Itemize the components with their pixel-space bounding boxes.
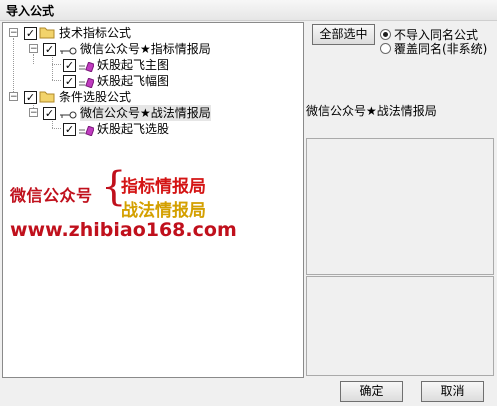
collapse-toggle[interactable]: − (9, 92, 18, 102)
tree-checkbox[interactable]: ✓ (63, 123, 76, 136)
tree-checkbox[interactable]: ✓ (24, 91, 37, 104)
promo-account-label: 微信公众号 (10, 186, 93, 205)
tree-node-group[interactable]: − ✓ 技术指标公式 (3, 25, 203, 41)
window-title: 导入公式 (6, 4, 55, 18)
radio-label: 不导入同名公式 (394, 28, 479, 42)
tree-node-label: 妖股起飞主图 (97, 58, 170, 72)
tree-checkbox[interactable]: ✓ (43, 43, 56, 56)
tree-node-item[interactable]: ✓ 妖股起飞主图 (3, 57, 203, 73)
tree-node-label: 技术指标公式 (59, 26, 132, 40)
tree-node-label: 妖股起飞幅图 (97, 74, 170, 88)
radio-overwrite-duplicates[interactable]: 覆盖同名(非系统) (380, 42, 495, 56)
select-all-button[interactable]: 全部选中 (312, 24, 375, 45)
tree-checkbox[interactable]: ✓ (24, 27, 37, 40)
tree-node-formula[interactable]: − ✓ 微信公众号★战法情报局 (3, 105, 243, 121)
radio-button[interactable] (380, 29, 391, 40)
description-panel (306, 138, 494, 275)
tree-node-formula[interactable]: − ✓ 微信公众号★指标情报局 (3, 41, 243, 57)
tree-node-group[interactable]: − ✓ 条件选股公式 (3, 89, 203, 105)
promo-line-1: 指标情报局 (121, 177, 206, 197)
tree-checkbox[interactable]: ✓ (63, 59, 76, 72)
tree-node-label: 妖股起飞选股 (97, 122, 170, 136)
tree-node-label: 微信公众号★指标情报局 (80, 42, 211, 56)
collapse-toggle[interactable]: − (29, 108, 38, 118)
collapse-toggle[interactable]: − (29, 44, 38, 54)
promo-line-2: 战法情报局 (121, 201, 206, 221)
cancel-button[interactable]: 取消 (421, 381, 484, 402)
tree-node-label: 条件选股公式 (59, 90, 132, 104)
tree-checkbox[interactable]: ✓ (43, 107, 56, 120)
radio-label: 覆盖同名(非系统) (394, 42, 488, 56)
radio-button[interactable] (380, 43, 391, 54)
formula-item-icon (78, 124, 95, 140)
selected-formula-info: 微信公众号★战法情报局 (306, 104, 437, 118)
radio-skip-duplicates[interactable]: 不导入同名公式 (380, 28, 495, 42)
parameter-panel (306, 276, 494, 376)
collapse-toggle[interactable]: − (9, 28, 18, 38)
ok-button[interactable]: 确定 (340, 381, 403, 402)
promo-url: www.zhibiao168.com (10, 219, 237, 241)
tree-node-item[interactable]: ✓ 妖股起飞幅图 (3, 73, 203, 89)
tree-node-item[interactable]: ✓ 妖股起飞选股 (3, 121, 203, 137)
tree-checkbox[interactable]: ✓ (63, 75, 76, 88)
title-bar: 导入公式 (0, 0, 497, 21)
tree-node-label: 微信公众号★战法情报局 (80, 105, 211, 121)
